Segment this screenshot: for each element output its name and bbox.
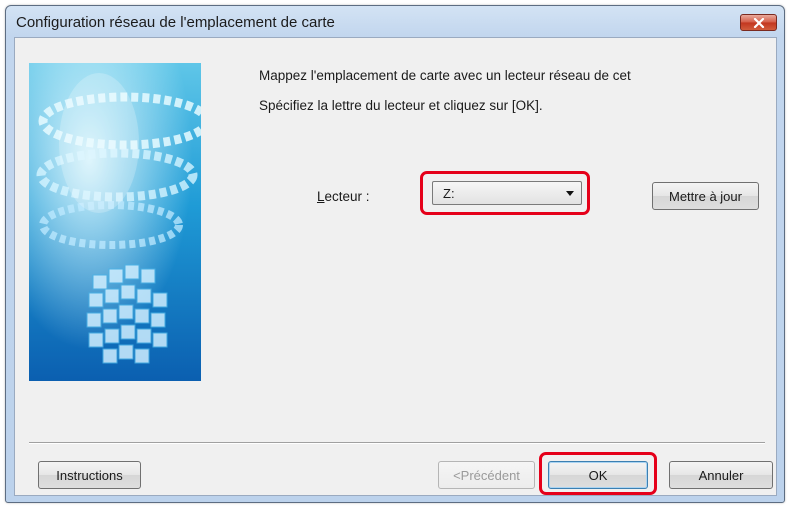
drive-label-accelerator: L: [317, 189, 325, 204]
dialog-body: Mappez l'emplacement de carte avec un le…: [14, 37, 777, 496]
chevron-down-icon: [566, 191, 574, 196]
drive-label: Lecteur :: [317, 189, 370, 204]
drive-label-text: ecteur :: [324, 189, 370, 204]
window-title: Configuration réseau de l'emplacement de…: [16, 14, 335, 31]
instruction-line-1: Mappez l'emplacement de carte avec un le…: [259, 68, 631, 83]
title-bar[interactable]: Configuration réseau de l'emplacement de…: [6, 6, 784, 38]
decorative-side-image: [29, 63, 201, 381]
dialog-window: Configuration réseau de l'emplacement de…: [5, 5, 785, 503]
ok-button[interactable]: OK: [548, 461, 648, 489]
cancel-button[interactable]: Annuler: [669, 461, 773, 489]
instructions-button[interactable]: Instructions: [38, 461, 141, 489]
separator-line: [29, 442, 765, 444]
previous-button[interactable]: <Précédent: [438, 461, 535, 489]
close-icon: [753, 17, 764, 28]
instruction-line-2: Spécifiez la lettre du lecteur et clique…: [259, 98, 543, 113]
update-button[interactable]: Mettre à jour: [652, 182, 759, 210]
drive-letter-dropdown[interactable]: Z:: [432, 181, 582, 205]
close-button[interactable]: [740, 14, 777, 31]
drive-letter-value: Z:: [443, 186, 455, 201]
